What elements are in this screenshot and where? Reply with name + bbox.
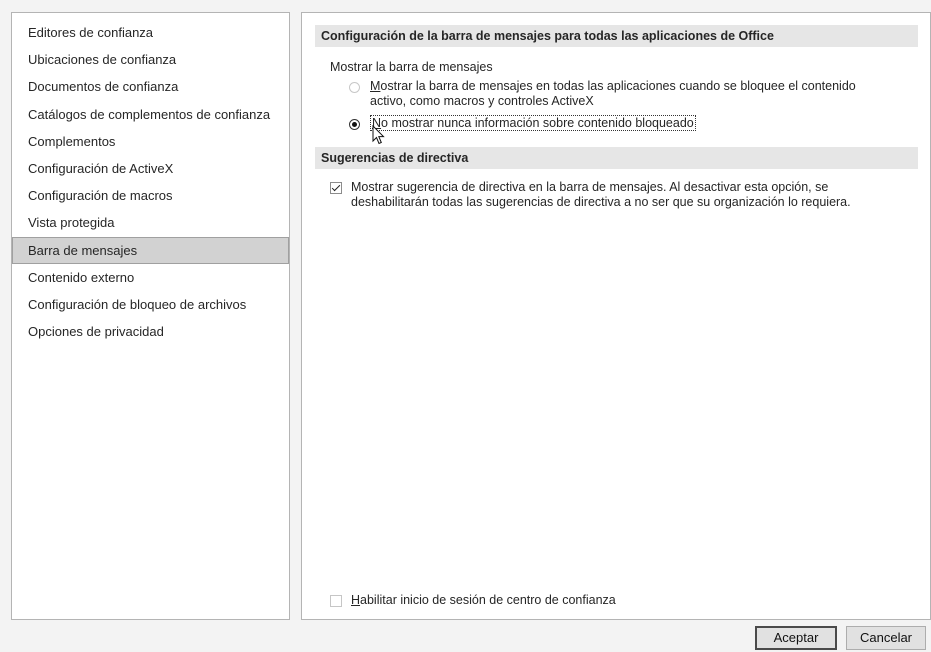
policy-tip-checkbox[interactable]	[330, 182, 342, 194]
trust-center-logging-option[interactable]: Habilitar inicio de sesión de centro de …	[330, 593, 616, 608]
ok-button[interactable]: Aceptar	[755, 626, 837, 650]
radio-show-message-bar[interactable]	[349, 82, 360, 93]
policy-tip-label[interactable]: Mostrar sugerencia de directiva en la ba…	[351, 180, 896, 209]
sidebar-item-file-block-settings[interactable]: Configuración de bloqueo de archivos	[12, 291, 289, 318]
trust-center-logging-label[interactable]: Habilitar inicio de sesión de centro de …	[351, 593, 616, 608]
radio-show-message-bar-option[interactable]: Mostrar la barra de mensajes en todas la…	[349, 79, 890, 108]
sidebar-item-trusted-documents[interactable]: Documentos de confianza	[12, 73, 289, 100]
sidebar-item-external-content[interactable]: Contenido externo	[12, 264, 289, 291]
radio-show-message-bar-label[interactable]: Mostrar la barra de mensajes en todas la…	[370, 79, 890, 108]
sidebar-item-trusted-locations[interactable]: Ubicaciones de confianza	[12, 46, 289, 73]
trust-center-logging-checkbox[interactable]	[330, 595, 342, 607]
sidebar-item-activex-settings[interactable]: Configuración de ActiveX	[12, 155, 289, 182]
sidebar-item-macro-settings[interactable]: Configuración de macros	[12, 182, 289, 209]
mouse-pointer-icon	[372, 125, 385, 145]
sidebar-item-addins[interactable]: Complementos	[12, 128, 289, 155]
radio-never-show-label[interactable]: No mostrar nunca información sobre conte…	[370, 115, 696, 131]
radio-never-show[interactable]	[349, 119, 360, 130]
policy-tips-section-header: Sugerencias de directiva	[315, 147, 918, 169]
sidebar-item-privacy-options[interactable]: Opciones de privacidad	[12, 318, 289, 345]
sidebar-item-trusted-addin-catalogs[interactable]: Catálogos de complementos de confianza	[12, 101, 289, 128]
sidebar-item-message-bar[interactable]: Barra de mensajes	[12, 236, 289, 264]
sidebar-item-protected-view[interactable]: Vista protegida	[12, 209, 289, 236]
trust-center-sidebar: Editores de confianza Ubicaciones de con…	[11, 12, 290, 620]
show-message-bar-group-label: Mostrar la barra de mensajes	[330, 60, 493, 74]
message-bar-section-header: Configuración de la barra de mensajes pa…	[315, 25, 918, 47]
cancel-button[interactable]: Cancelar	[846, 626, 926, 650]
radio-never-show-option[interactable]: No mostrar nunca información sobre conte…	[349, 115, 696, 131]
settings-panel: Configuración de la barra de mensajes pa…	[301, 12, 931, 620]
sidebar-item-trusted-publishers[interactable]: Editores de confianza	[12, 19, 289, 46]
policy-tip-option[interactable]: Mostrar sugerencia de directiva en la ba…	[330, 180, 896, 209]
